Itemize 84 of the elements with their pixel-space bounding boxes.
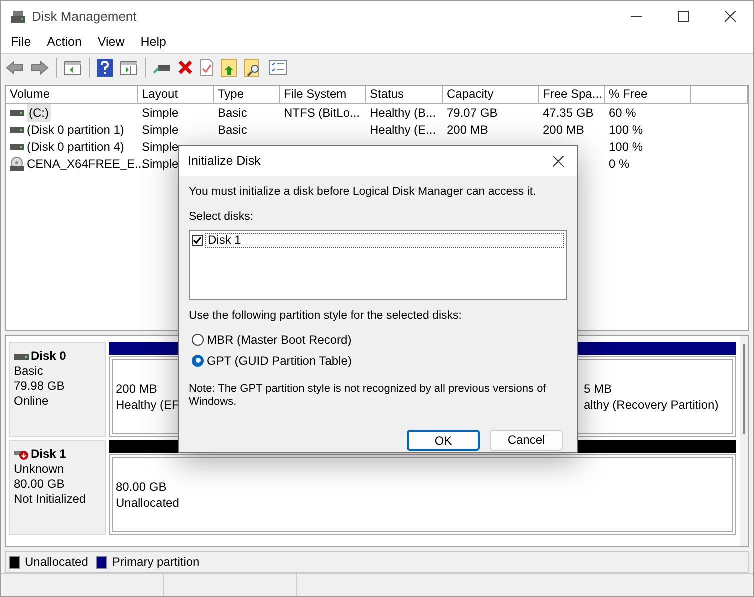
partition-size: 5 MB xyxy=(584,380,612,396)
disk-drive-icon xyxy=(10,10,26,24)
disc-drive-icon xyxy=(10,156,24,170)
disk-name: Disk 0 xyxy=(31,349,66,364)
disk-error-icon xyxy=(14,448,29,460)
partition-size: 80.00 GB xyxy=(116,478,167,494)
dialog-message: You must initialize a disk before Logical Disk Manager can access it. xyxy=(189,185,538,200)
column-header[interactable]: % Free xyxy=(605,86,691,104)
legend-label: Unallocated xyxy=(25,554,88,571)
table-cell-text: Simple xyxy=(142,156,179,172)
disk-info: Not Initialized xyxy=(14,492,88,507)
table-cell-text: Basic xyxy=(218,122,248,138)
partition-status: Unallocated xyxy=(116,494,180,510)
panel-icon[interactable] xyxy=(64,60,82,76)
column-header[interactable]: Capacity xyxy=(443,86,539,104)
disk-info: 79.98 GB xyxy=(14,379,66,394)
select-disks-label: Select disks: xyxy=(189,210,255,226)
table-cell[interactable]: (C:) xyxy=(27,104,51,122)
table-cell-text: Healthy (B... xyxy=(370,104,436,122)
radio-button[interactable] xyxy=(192,354,204,367)
disk-info: 80.00 GB xyxy=(14,477,66,492)
disk-name: Disk 1 xyxy=(31,447,66,462)
note-text: Note: The GPT partition style is not recognized by all previous versions of Windows. xyxy=(189,382,548,409)
forward-arrow-icon[interactable] xyxy=(31,60,49,76)
drive-icon xyxy=(10,142,24,150)
radio-button[interactable] xyxy=(192,334,204,346)
folder-up-icon[interactable] xyxy=(221,58,237,76)
folder-search-icon[interactable] xyxy=(244,58,262,76)
table-cell-text: 79.07 GB xyxy=(447,104,498,122)
table-cell[interactable]: (Disk 0 partition 4) xyxy=(27,138,124,156)
disk-info: Basic xyxy=(14,364,44,379)
disk-list[interactable]: Disk 1 xyxy=(189,230,567,300)
close-icon[interactable] xyxy=(725,11,736,22)
partition-area[interactable]: 80.00 GB Unallocated xyxy=(112,457,733,532)
radio-label: MBR (Master Boot Record) xyxy=(207,332,352,349)
menu-item[interactable]: Action xyxy=(47,33,82,52)
partition-size: 200 MB xyxy=(116,380,158,396)
table-cell-text: Simple xyxy=(142,122,179,138)
scrollbar[interactable] xyxy=(743,344,745,434)
dialog-button[interactable]: OK xyxy=(407,430,480,451)
table-cell-text: Simple xyxy=(142,104,179,122)
column-header[interactable]: Free Spa... xyxy=(539,86,605,104)
dialog-title: Initialize Disk xyxy=(188,152,261,170)
table-cell-text: Healthy (E... xyxy=(370,122,436,138)
close-icon[interactable] xyxy=(553,156,564,166)
dialog-button[interactable]: Cancel xyxy=(490,430,563,451)
menu-item[interactable]: File xyxy=(11,33,32,52)
list-item[interactable]: Disk 1 xyxy=(205,232,564,248)
document-check-icon[interactable] xyxy=(200,58,214,76)
partition-status: althy (Recovery Partition) xyxy=(584,396,719,412)
column-header[interactable]: Status xyxy=(366,86,443,104)
table-cell-text: NTFS (BitLo... xyxy=(284,104,360,122)
partition-style-label: Use the following partition style for the selected disks: xyxy=(189,308,463,324)
column-header[interactable]: Type xyxy=(214,86,280,104)
checkbox[interactable] xyxy=(192,234,203,246)
window-title: Disk Management xyxy=(32,8,137,26)
partition-status: Healthy (EF xyxy=(116,396,180,412)
checklist-icon[interactable] xyxy=(269,60,287,75)
table-cell-text: Simple xyxy=(142,138,179,156)
legend-label: Primary partition xyxy=(112,554,200,571)
drive-icon xyxy=(10,108,24,116)
column-header[interactable]: File System xyxy=(280,86,366,104)
table-cell-text: 100 % xyxy=(609,138,644,156)
maximize-icon[interactable] xyxy=(678,11,689,22)
column-header[interactable]: Layout xyxy=(138,86,214,104)
panel-icon[interactable] xyxy=(120,60,138,76)
radio-label: GPT (GUID Partition Table) xyxy=(207,352,352,370)
table-cell[interactable]: (Disk 0 partition 1) xyxy=(27,120,124,138)
menu-item[interactable]: Help xyxy=(140,33,166,52)
menu-item[interactable]: View xyxy=(98,33,125,52)
table-cell-text: 0 % xyxy=(609,156,630,172)
table-cell-text: 100 % xyxy=(609,122,644,138)
delete-icon[interactable] xyxy=(178,60,193,75)
drive-icon xyxy=(10,126,24,134)
back-arrow-icon[interactable] xyxy=(6,60,24,76)
help-icon[interactable] xyxy=(97,58,113,76)
column-header[interactable]: Volume xyxy=(6,86,138,104)
table-cell-text: Basic xyxy=(218,104,248,122)
table-cell-text: 200 MB xyxy=(543,122,584,138)
table-cell-text: 60 % xyxy=(609,104,636,122)
table-cell-text: 200 MB xyxy=(447,122,488,138)
disk-info: Online xyxy=(14,394,50,409)
disk-info: Unknown xyxy=(14,462,66,477)
table-cell-text: 47.35 GB xyxy=(543,104,594,122)
